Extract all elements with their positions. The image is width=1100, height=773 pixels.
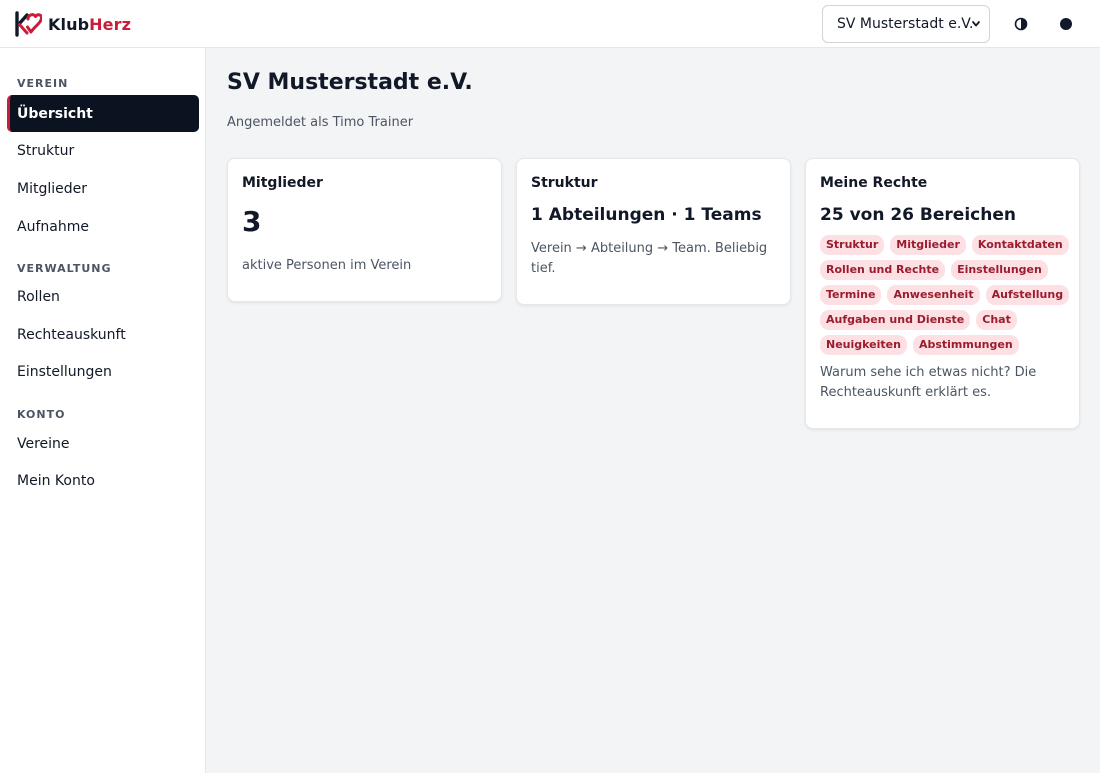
rights-tag: Neuigkeiten — [820, 335, 907, 355]
sidebar-section-verein: VEREIN — [17, 77, 69, 90]
rights-card-text: Warum sehe ich etwas nicht? Die Rechteau… — [820, 365, 1037, 400]
rights-tag: Chat — [976, 310, 1017, 330]
structure-card-text: Verein → Abteilung → Team. Beliebig tief… — [531, 241, 768, 276]
rights-tag: Anwesenheit — [887, 285, 980, 305]
structure-card[interactable]: Struktur 1 Abteilungen · 1 Teams Verein … — [516, 158, 791, 305]
structure-summary: 1 Abteilungen · 1 Teams — [531, 205, 762, 225]
members-card-text: aktive Personen im Verein — [242, 258, 412, 273]
circle-icon — [1060, 18, 1072, 30]
sidebar-item-vereine[interactable]: Vereine — [7, 425, 199, 462]
rights-summary: 25 von 26 Bereichen — [820, 205, 1016, 225]
logo[interactable]: KlubHerz — [14, 11, 131, 37]
rights-card-title: Meine Rechte — [820, 175, 928, 191]
sidebar-item-uebersicht[interactable]: Übersicht — [7, 95, 199, 132]
sidebar-item-mein-konto[interactable]: Mein Konto — [7, 462, 199, 499]
rights-tag: Termine — [820, 285, 882, 305]
rights-tag: Abstimmungen — [912, 335, 1019, 355]
sidebar-item-einstellungen[interactable]: Einstellungen — [7, 353, 199, 390]
sidebar-item-rechteauskunft[interactable]: Rechteauskunft — [7, 316, 199, 353]
rights-tag: Aufgaben und Dienste — [820, 310, 971, 330]
rights-tag: Mitglieder — [890, 235, 966, 255]
page-title: SV Musterstadt e.V. — [227, 70, 473, 95]
sidebar-item-struktur[interactable]: Struktur — [7, 132, 199, 169]
sidebar-section-verwaltung: VERWALTUNG — [17, 262, 112, 275]
members-count: 3 — [242, 205, 262, 238]
sidebar-section-konto: KONTO — [17, 408, 66, 421]
club-select-value: SV Musterstadt e.V. — [837, 16, 974, 32]
rights-tag: Einstellungen — [951, 260, 1048, 280]
members-card[interactable]: Mitglieder 3 aktive Personen im Verein — [227, 158, 502, 302]
sidebar-item-mitglieder[interactable]: Mitglieder — [7, 170, 199, 207]
members-card-title: Mitglieder — [242, 175, 323, 191]
sidebar: VEREIN Übersicht Struktur Mitglieder Auf… — [0, 48, 206, 773]
sidebar-item-rollen[interactable]: Rollen — [7, 278, 199, 315]
rights-tag: Rollen und Rechte — [820, 260, 946, 280]
chevron-down-icon — [972, 21, 980, 27]
rights-tag: Kontaktdaten — [971, 235, 1069, 255]
contrast-toggle-button[interactable] — [1009, 12, 1033, 36]
structure-card-title: Struktur — [531, 175, 598, 191]
sidebar-item-aufnahme[interactable]: Aufnahme — [7, 208, 199, 245]
klubherz-logo-icon — [15, 11, 42, 37]
rights-tag: Struktur — [820, 235, 885, 255]
rights-tag-list: Struktur Mitglieder Kontaktdaten Rollen … — [820, 235, 1070, 355]
club-select[interactable]: SV Musterstadt e.V. — [822, 5, 990, 43]
rights-tag: Aufstellung — [985, 285, 1070, 305]
theme-toggle-button[interactable] — [1054, 12, 1078, 36]
rights-card[interactable]: Meine Rechte 25 von 26 Bereichen Struktu… — [805, 158, 1080, 429]
contrast-icon — [1014, 17, 1028, 31]
top-bar: KlubHerz SV Musterstadt e.V. — [0, 0, 1100, 48]
logo-text: KlubHerz — [48, 14, 131, 34]
logged-in-as-text: Angemeldet als Timo Trainer — [227, 115, 414, 130]
